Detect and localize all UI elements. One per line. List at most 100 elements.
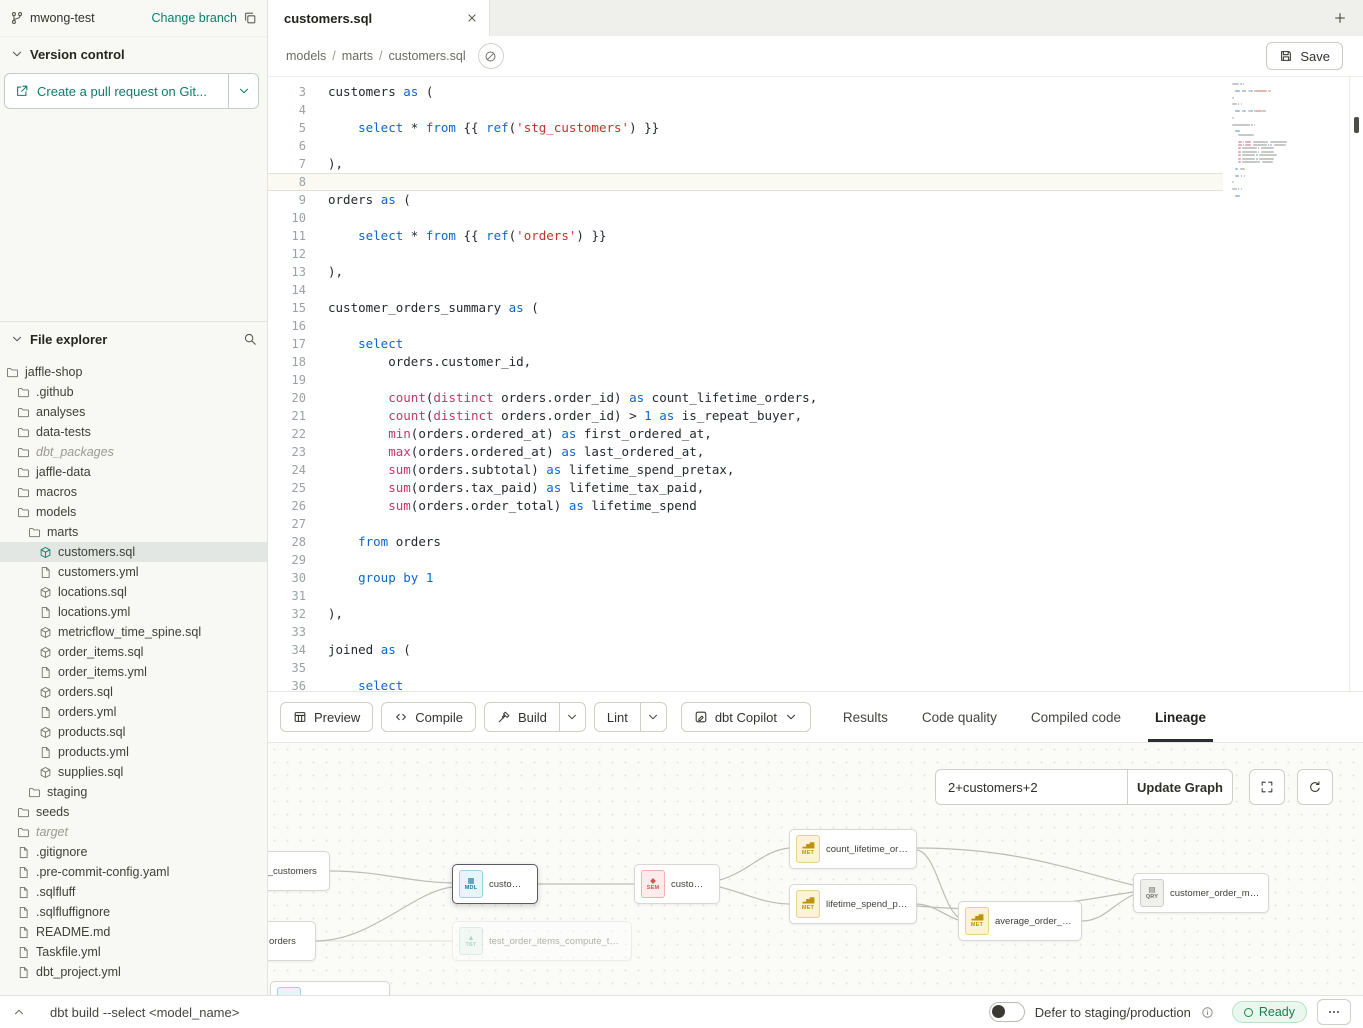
code-line-15[interactable]: 15customer_orders_summary as ( [268, 299, 1223, 317]
lint-button[interactable]: Lint [594, 702, 641, 732]
tree-item-order_items.sql[interactable]: order_items.sql [0, 642, 267, 662]
code-line-32[interactable]: 32), [268, 605, 1223, 623]
code-line-6[interactable]: 6 [268, 137, 1223, 155]
lineage-node-orders[interactable]: ▦MDLorders [268, 921, 316, 961]
code-line-13[interactable]: 13), [268, 263, 1223, 281]
close-icon[interactable] [465, 11, 479, 25]
scrollbar-thumb[interactable] [1354, 117, 1359, 133]
code-line-12[interactable]: 12 [268, 245, 1223, 263]
defer-toggle[interactable] [989, 1002, 1025, 1022]
code-line-16[interactable]: 16 [268, 317, 1223, 335]
fullscreen-button[interactable] [1249, 769, 1285, 805]
tree-item-target[interactable]: target [0, 822, 267, 842]
tree-item-locations.yml[interactable]: locations.yml [0, 602, 267, 622]
lineage-search-input[interactable] [935, 769, 1127, 805]
code-line-7[interactable]: 7), [268, 155, 1223, 173]
code-line-5[interactable]: 5 select * from {{ ref('stg_customers') … [268, 119, 1223, 137]
tree-item-.sqlfluff[interactable]: .sqlfluff [0, 882, 267, 902]
tree-item-analyses[interactable]: analyses [0, 402, 267, 422]
code-line-30[interactable]: 30 group by 1 [268, 569, 1223, 587]
code-line-10[interactable]: 10 [268, 209, 1223, 227]
code-line-31[interactable]: 31 [268, 587, 1223, 605]
code-line-22[interactable]: 22 min(orders.ordered_at) as first_order… [268, 425, 1223, 443]
code-line-24[interactable]: 24 sum(orders.subtotal) as lifetime_spen… [268, 461, 1223, 479]
docs-status-icon[interactable] [478, 43, 504, 69]
dbt-copilot-button[interactable]: dbt Copilot [681, 702, 811, 732]
status-badge[interactable]: Ready [1232, 1001, 1307, 1023]
tree-item-dbt_packages[interactable]: dbt_packages [0, 442, 267, 462]
tree-item-marts[interactable]: marts [0, 522, 267, 542]
update-graph-button[interactable]: Update Graph [1127, 769, 1233, 805]
tree-item-data-tests[interactable]: data-tests [0, 422, 267, 442]
code-line-27[interactable]: 27 [268, 515, 1223, 533]
code-line-9[interactable]: 9orders as ( [268, 191, 1223, 209]
file-explorer-header[interactable]: File explorer [0, 321, 267, 356]
tree-item-products.yml[interactable]: products.yml [0, 742, 267, 762]
code-line-21[interactable]: 21 count(distinct orders.order_id) > 1 a… [268, 407, 1223, 425]
refresh-button[interactable] [1297, 769, 1333, 805]
tree-item-metricflow_time_spine.sql[interactable]: metricflow_time_spine.sql [0, 622, 267, 642]
build-button[interactable]: Build [484, 702, 560, 732]
code-line-19[interactable]: 19 [268, 371, 1223, 389]
tab-customers-sql[interactable]: customers.sql [268, 0, 490, 36]
tree-item-.sqlfluffignore[interactable]: .sqlfluffignore [0, 902, 267, 922]
tree-item-jaffle-shop[interactable]: jaffle-shop [0, 362, 267, 382]
tree-item-.gitignore[interactable]: .gitignore [0, 842, 267, 862]
tree-item-customers.yml[interactable]: customers.yml [0, 562, 267, 582]
lineage-node-count_lifetime_orders[interactable]: ▂▅▇METcount_lifetime_orders [789, 829, 917, 869]
lineage-node-stg_customers[interactable]: ▦MDLstg_customers [268, 851, 330, 891]
tree-item-products.sql[interactable]: products.sql [0, 722, 267, 742]
lineage-node-partial_bottom[interactable]: ▦MDL [270, 981, 390, 995]
search-icon[interactable] [243, 332, 257, 346]
more-options-button[interactable] [1317, 999, 1351, 1025]
lineage-node-lifetime_spend_pretax[interactable]: ▂▅▇METlifetime_spend_pretax [789, 884, 917, 924]
code-line-33[interactable]: 33 [268, 623, 1223, 641]
tab-code-quality[interactable]: Code quality [905, 692, 1014, 742]
save-button[interactable]: Save [1266, 42, 1343, 70]
tree-item-staging[interactable]: staging [0, 782, 267, 802]
lineage-node-test_order_items[interactable]: ▲TSTtest_order_items_compute_to_bools... [452, 921, 632, 961]
preview-button[interactable]: Preview [280, 702, 373, 732]
tree-item-orders.sql[interactable]: orders.sql [0, 682, 267, 702]
code-line-23[interactable]: 23 max(orders.ordered_at) as last_ordere… [268, 443, 1223, 461]
lineage-node-customers_semantic[interactable]: ◆SEMcustomers [634, 864, 720, 904]
tree-item-README.md[interactable]: README.md [0, 922, 267, 942]
code-line-28[interactable]: 28 from orders [268, 533, 1223, 551]
create-pr-button[interactable]: Create a pull request on Git... [4, 73, 229, 109]
tree-item-supplies.sql[interactable]: supplies.sql [0, 762, 267, 782]
minimap[interactable] [1232, 83, 1316, 198]
expand-panel-chevron-icon[interactable] [12, 1005, 36, 1019]
tree-item-models[interactable]: models [0, 502, 267, 522]
tab-compiled-code[interactable]: Compiled code [1014, 692, 1138, 742]
tree-item-.pre-commit-config.yaml[interactable]: .pre-commit-config.yaml [0, 862, 267, 882]
tree-item-macros[interactable]: macros [0, 482, 267, 502]
code-line-29[interactable]: 29 [268, 551, 1223, 569]
tree-item-order_items.yml[interactable]: order_items.yml [0, 662, 267, 682]
pr-options-dropdown[interactable] [229, 73, 259, 109]
compile-button[interactable]: Compile [381, 702, 476, 732]
code-line-8[interactable]: 8 [268, 173, 1223, 191]
version-control-header[interactable]: Version control [0, 37, 267, 71]
code-line-18[interactable]: 18 orders.customer_id, [268, 353, 1223, 371]
code-editor[interactable]: 3customers as (45 select * from {{ ref('… [268, 77, 1363, 691]
build-options-dropdown[interactable] [560, 702, 586, 732]
code-line-20[interactable]: 20 count(distinct orders.order_id) as co… [268, 389, 1223, 407]
code-line-25[interactable]: 25 sum(orders.tax_paid) as lifetime_tax_… [268, 479, 1223, 497]
code-line-17[interactable]: 17 select [268, 335, 1223, 353]
tab-results[interactable]: Results [826, 692, 905, 742]
tree-item-dbt_project.yml[interactable]: dbt_project.yml [0, 962, 267, 982]
lint-options-dropdown[interactable] [641, 702, 667, 732]
tab-lineage[interactable]: Lineage [1138, 692, 1223, 742]
code-line-14[interactable]: 14 [268, 281, 1223, 299]
tree-item-customers.sql[interactable]: customers.sql [0, 542, 267, 562]
code-line-36[interactable]: 36 select [268, 677, 1223, 691]
change-branch-link[interactable]: Change branch [152, 11, 237, 25]
new-tab-button[interactable] [1317, 0, 1363, 36]
tree-item-locations.sql[interactable]: locations.sql [0, 582, 267, 602]
code-line-35[interactable]: 35 [268, 659, 1223, 677]
lineage-node-customers_model[interactable]: ▦MDLcustomers [452, 864, 538, 904]
tree-item-jaffle-data[interactable]: jaffle-data [0, 462, 267, 482]
code-line-11[interactable]: 11 select * from {{ ref('orders') }} [268, 227, 1223, 245]
code-line-3[interactable]: 3customers as ( [268, 83, 1223, 101]
tree-item-orders.yml[interactable]: orders.yml [0, 702, 267, 722]
